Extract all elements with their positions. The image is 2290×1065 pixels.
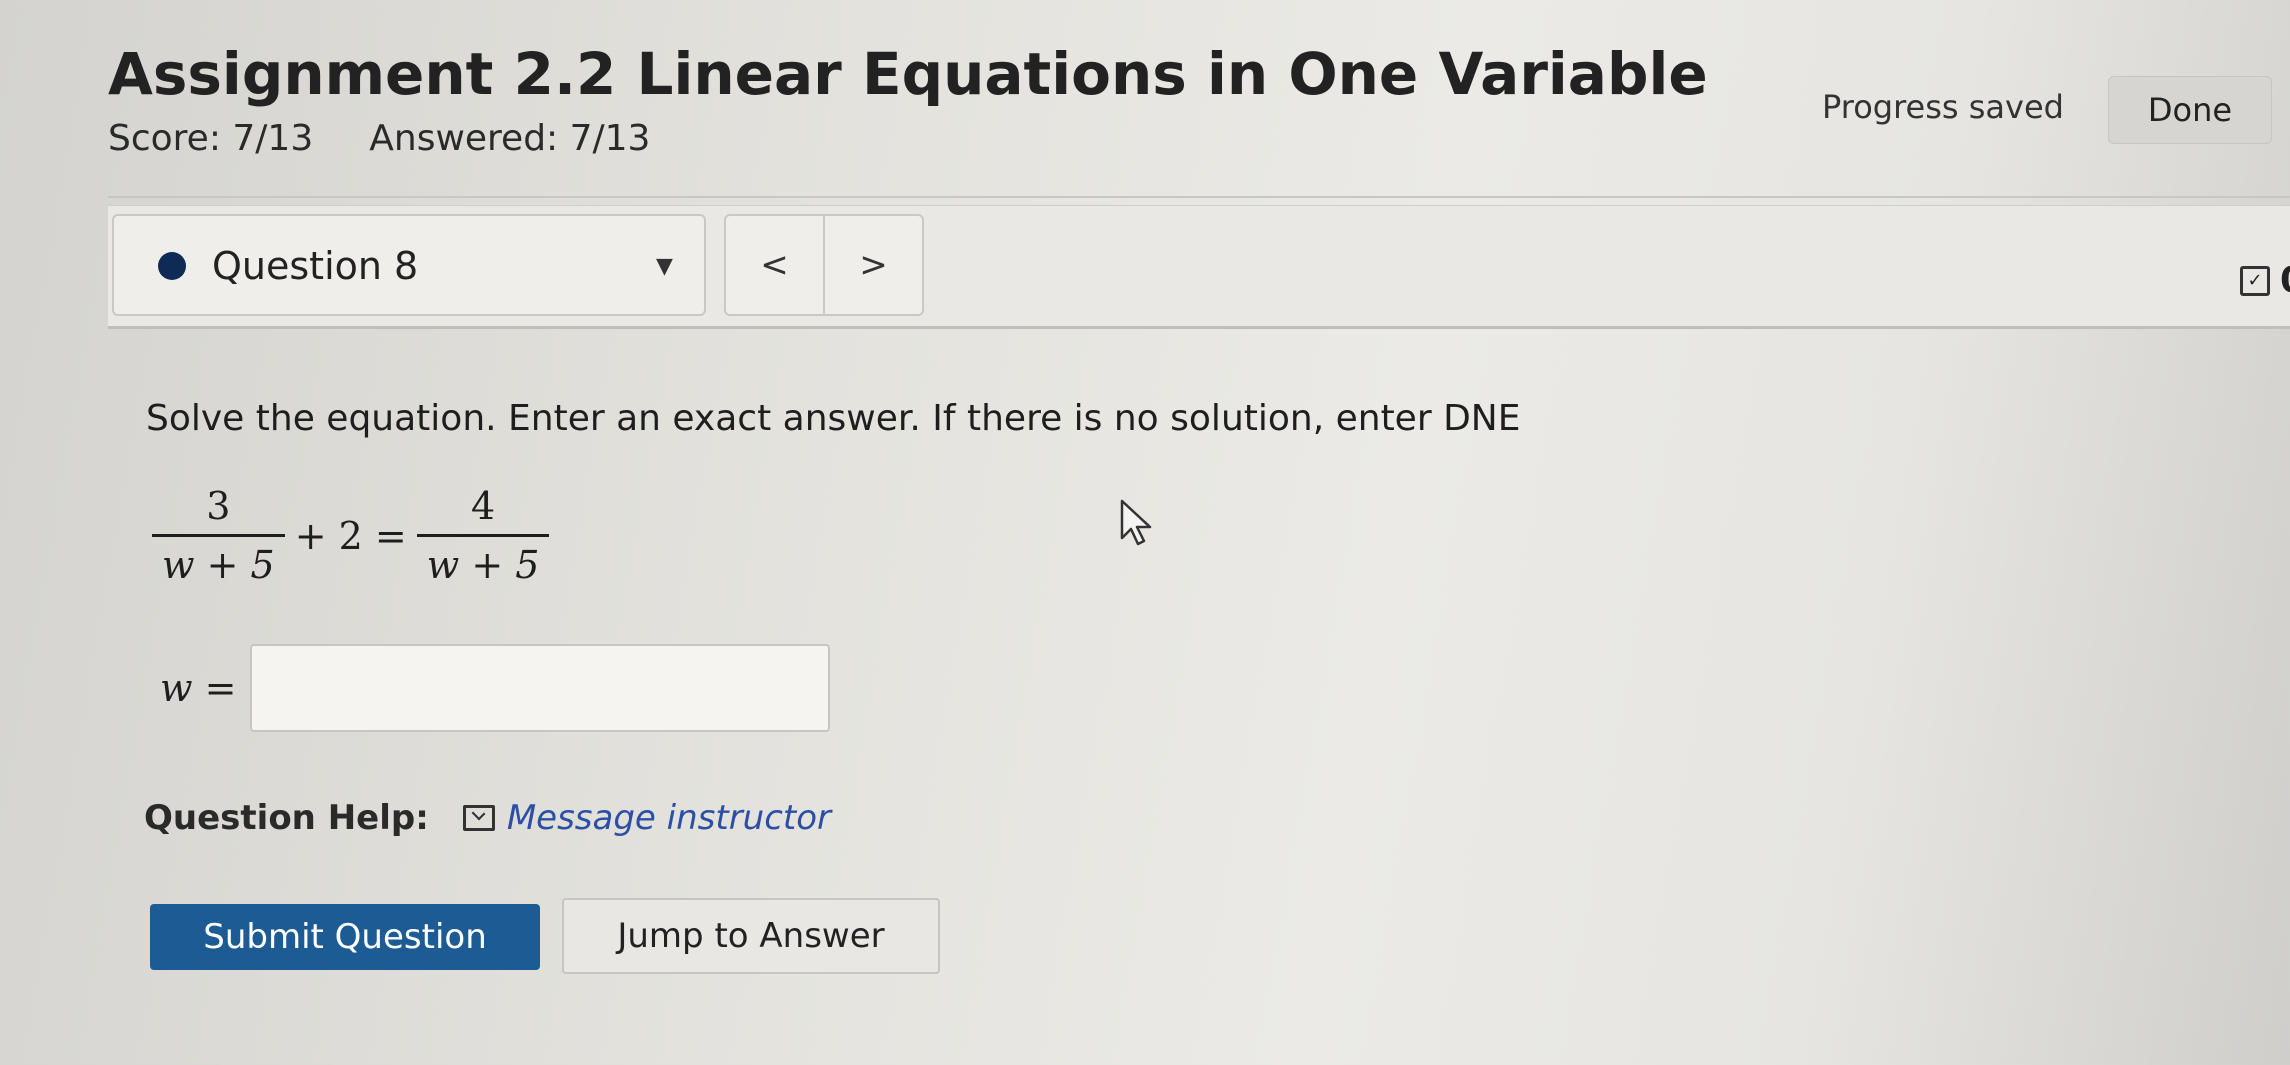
question-help: Question Help: Message instructor <box>144 798 831 838</box>
question-pager: < > <box>724 214 924 316</box>
question-selector[interactable]: Question 8 ▼ <box>112 214 706 316</box>
submit-question-button[interactable]: Submit Question <box>150 904 540 970</box>
question-help-label: Question Help: <box>144 798 429 838</box>
jump-to-answer-button[interactable]: Jump to Answer <box>562 898 940 974</box>
previous-question-button[interactable]: < <box>726 216 825 314</box>
header-divider <box>108 196 2290 198</box>
question-selector-label: Question 8 <box>212 244 419 288</box>
question-status-dot-icon <box>158 252 186 280</box>
next-question-button[interactable]: > <box>825 216 922 314</box>
equation: 3 w + 5 + 2 = 4 w + 5 <box>152 484 550 587</box>
mail-icon[interactable] <box>462 805 495 831</box>
answer-input[interactable] <box>250 644 831 732</box>
score-summary: Score: 7/13 Answered: 7/13 <box>108 118 706 159</box>
answered-text: Answered: 7/13 <box>369 118 651 159</box>
question-nav-bar: Question 8 ▼ < > ✓ 0/1 pt <box>108 205 2290 329</box>
right-numerator: 4 <box>470 484 496 528</box>
right-denominator: w + 5 <box>416 534 550 587</box>
equation-middle: + 2 = <box>294 513 407 558</box>
score-text: Score: 7/13 <box>108 118 314 159</box>
mouse-cursor-icon <box>1120 499 1152 546</box>
left-denominator: w + 5 <box>152 534 285 587</box>
done-button[interactable]: Done <box>2108 76 2272 144</box>
right-fraction: 4 w + 5 <box>416 484 550 587</box>
assignment-title: Assignment 2.2 Linear Equations in One V… <box>108 40 1708 108</box>
message-instructor-link[interactable]: Message instructor <box>507 798 831 838</box>
question-prompt: Solve the equation. Enter an exact answe… <box>146 398 1521 439</box>
left-numerator: 3 <box>206 484 231 528</box>
answer-label: w = <box>160 666 237 710</box>
answer-row: w = <box>160 644 831 732</box>
points-indicator: ✓ 0/1 pt <box>2240 260 2290 301</box>
caret-down-icon: ▼ <box>656 254 673 279</box>
progress-status: Progress saved <box>1822 88 2064 126</box>
checkbox-icon: ✓ <box>2240 265 2270 296</box>
left-fraction: 3 w + 5 <box>152 484 285 587</box>
points-text: 0/1 pt <box>2280 260 2290 301</box>
